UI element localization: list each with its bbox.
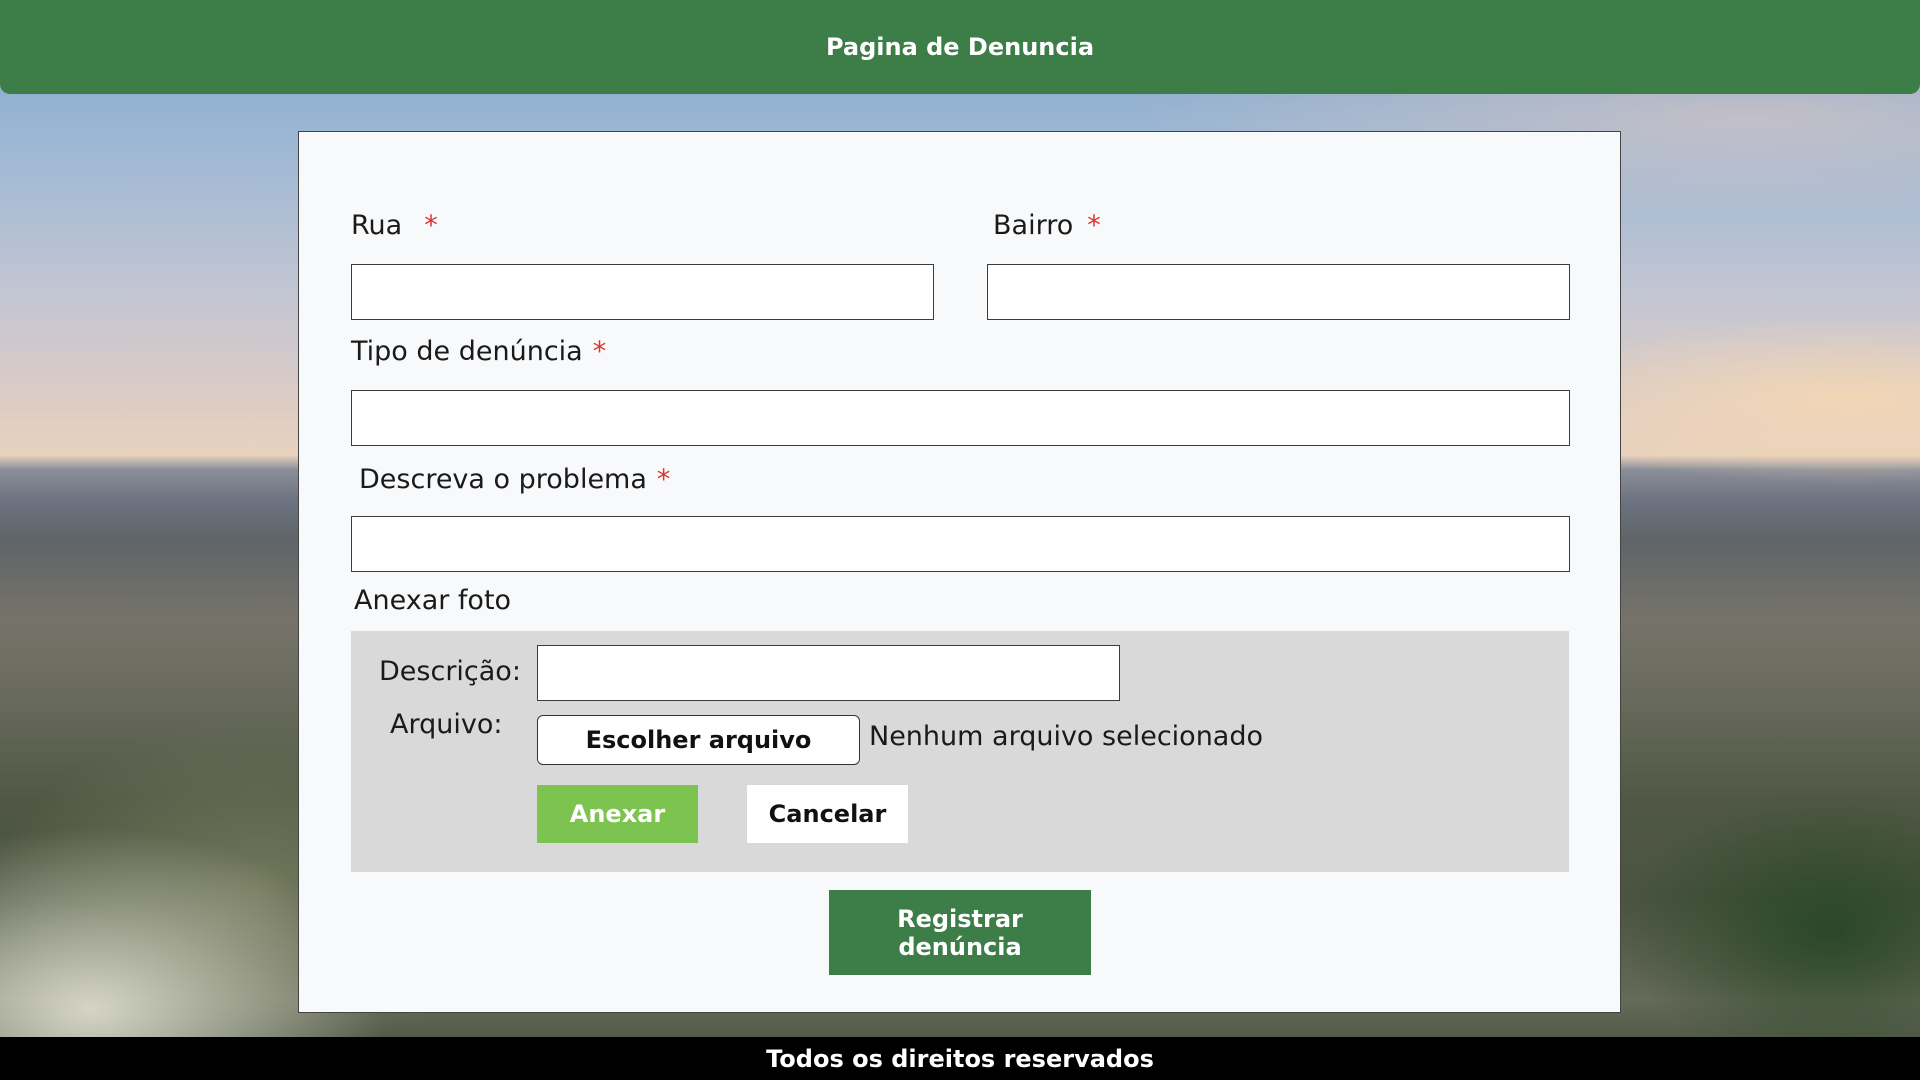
anexar-button[interactable]: Anexar bbox=[537, 785, 698, 843]
descreva-problema-label: Descreva o problema * bbox=[359, 464, 670, 495]
page: { "header": { "title": "Pagina de Denunc… bbox=[0, 0, 1920, 1080]
rua-input[interactable] bbox=[351, 264, 934, 320]
descreva-problema-input[interactable] bbox=[351, 516, 1570, 572]
rua-label: Rua * bbox=[351, 210, 438, 241]
rua-label-text: Rua bbox=[351, 210, 403, 241]
tipo-denuncia-label-text: Tipo de denúncia bbox=[351, 336, 583, 367]
descreva-problema-label-text: Descreva o problema bbox=[359, 464, 647, 495]
page-title: Pagina de Denuncia bbox=[825, 33, 1095, 61]
cancelar-button[interactable]: Cancelar bbox=[747, 785, 908, 843]
registrar-denuncia-button[interactable]: Registrar denúncia bbox=[829, 890, 1091, 975]
bairro-required-mark: * bbox=[1087, 210, 1101, 241]
choose-file-button[interactable]: Escolher arquivo bbox=[537, 715, 860, 765]
tipo-denuncia-required-mark: * bbox=[592, 336, 607, 367]
page-footer: Todos os direitos reservados bbox=[0, 1037, 1920, 1080]
descricao-input[interactable] bbox=[537, 645, 1120, 701]
file-status-text: Nenhum arquivo selecionado bbox=[869, 721, 1264, 752]
arquivo-label: Arquivo: bbox=[390, 709, 503, 740]
attach-photo-section: Descrição: Arquivo: Escolher arquivo Nen… bbox=[351, 631, 1569, 872]
tipo-denuncia-input[interactable] bbox=[351, 390, 1570, 446]
complaint-form: Rua * Bairro * Tipo de denúncia * Descreva … bbox=[298, 131, 1621, 1013]
descreva-problema-required-mark: * bbox=[656, 464, 671, 495]
tipo-denuncia-label: Tipo de denúncia * bbox=[351, 336, 606, 367]
bairro-input[interactable] bbox=[987, 264, 1570, 320]
anexar-foto-label: Anexar foto bbox=[354, 585, 512, 616]
footer-text: Todos os direitos reservados bbox=[766, 1044, 1154, 1073]
bairro-label: Bairro * bbox=[993, 210, 1101, 241]
rua-required-mark: * bbox=[424, 210, 438, 241]
descricao-label: Descrição: bbox=[379, 656, 521, 687]
page-header: Pagina de Denuncia bbox=[0, 0, 1920, 94]
bairro-label-text: Bairro bbox=[993, 210, 1074, 241]
